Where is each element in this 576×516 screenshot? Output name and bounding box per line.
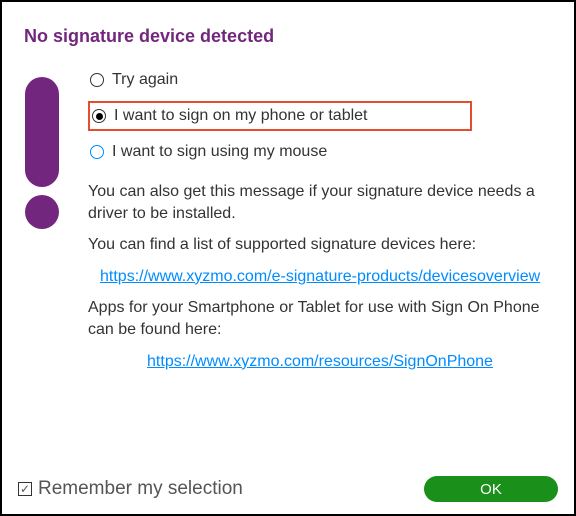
info-devices-text: You can find a list of supported signatu…	[88, 234, 552, 256]
remember-label: Remember my selection	[38, 478, 243, 500]
radio-icon	[90, 73, 104, 87]
radio-icon	[90, 145, 104, 159]
ok-button[interactable]: OK	[424, 476, 558, 502]
remember-checkbox[interactable]: ✓ Remember my selection	[18, 478, 243, 500]
radio-label: I want to sign using my mouse	[112, 143, 327, 161]
radio-label: I want to sign on my phone or tablet	[114, 107, 367, 125]
radio-option-mouse[interactable]: I want to sign using my mouse	[88, 141, 552, 163]
radio-option-phone-tablet[interactable]: I want to sign on my phone or tablet	[88, 101, 472, 131]
dialog-title: No signature device detected	[24, 26, 552, 47]
devices-link[interactable]: https://www.xyzmo.com/e-signature-produc…	[100, 266, 540, 288]
radio-option-try-again[interactable]: Try again	[88, 69, 552, 91]
radio-label: Try again	[112, 71, 178, 89]
apps-link[interactable]: https://www.xyzmo.com/resources/SignOnPh…	[88, 351, 552, 373]
info-apps-text: Apps for your Smartphone or Tablet for u…	[88, 297, 552, 340]
checkbox-icon: ✓	[18, 482, 32, 496]
exclamation-icon	[24, 77, 60, 382]
info-driver-text: You can also get this message if your si…	[88, 181, 552, 224]
radio-icon	[92, 109, 106, 123]
